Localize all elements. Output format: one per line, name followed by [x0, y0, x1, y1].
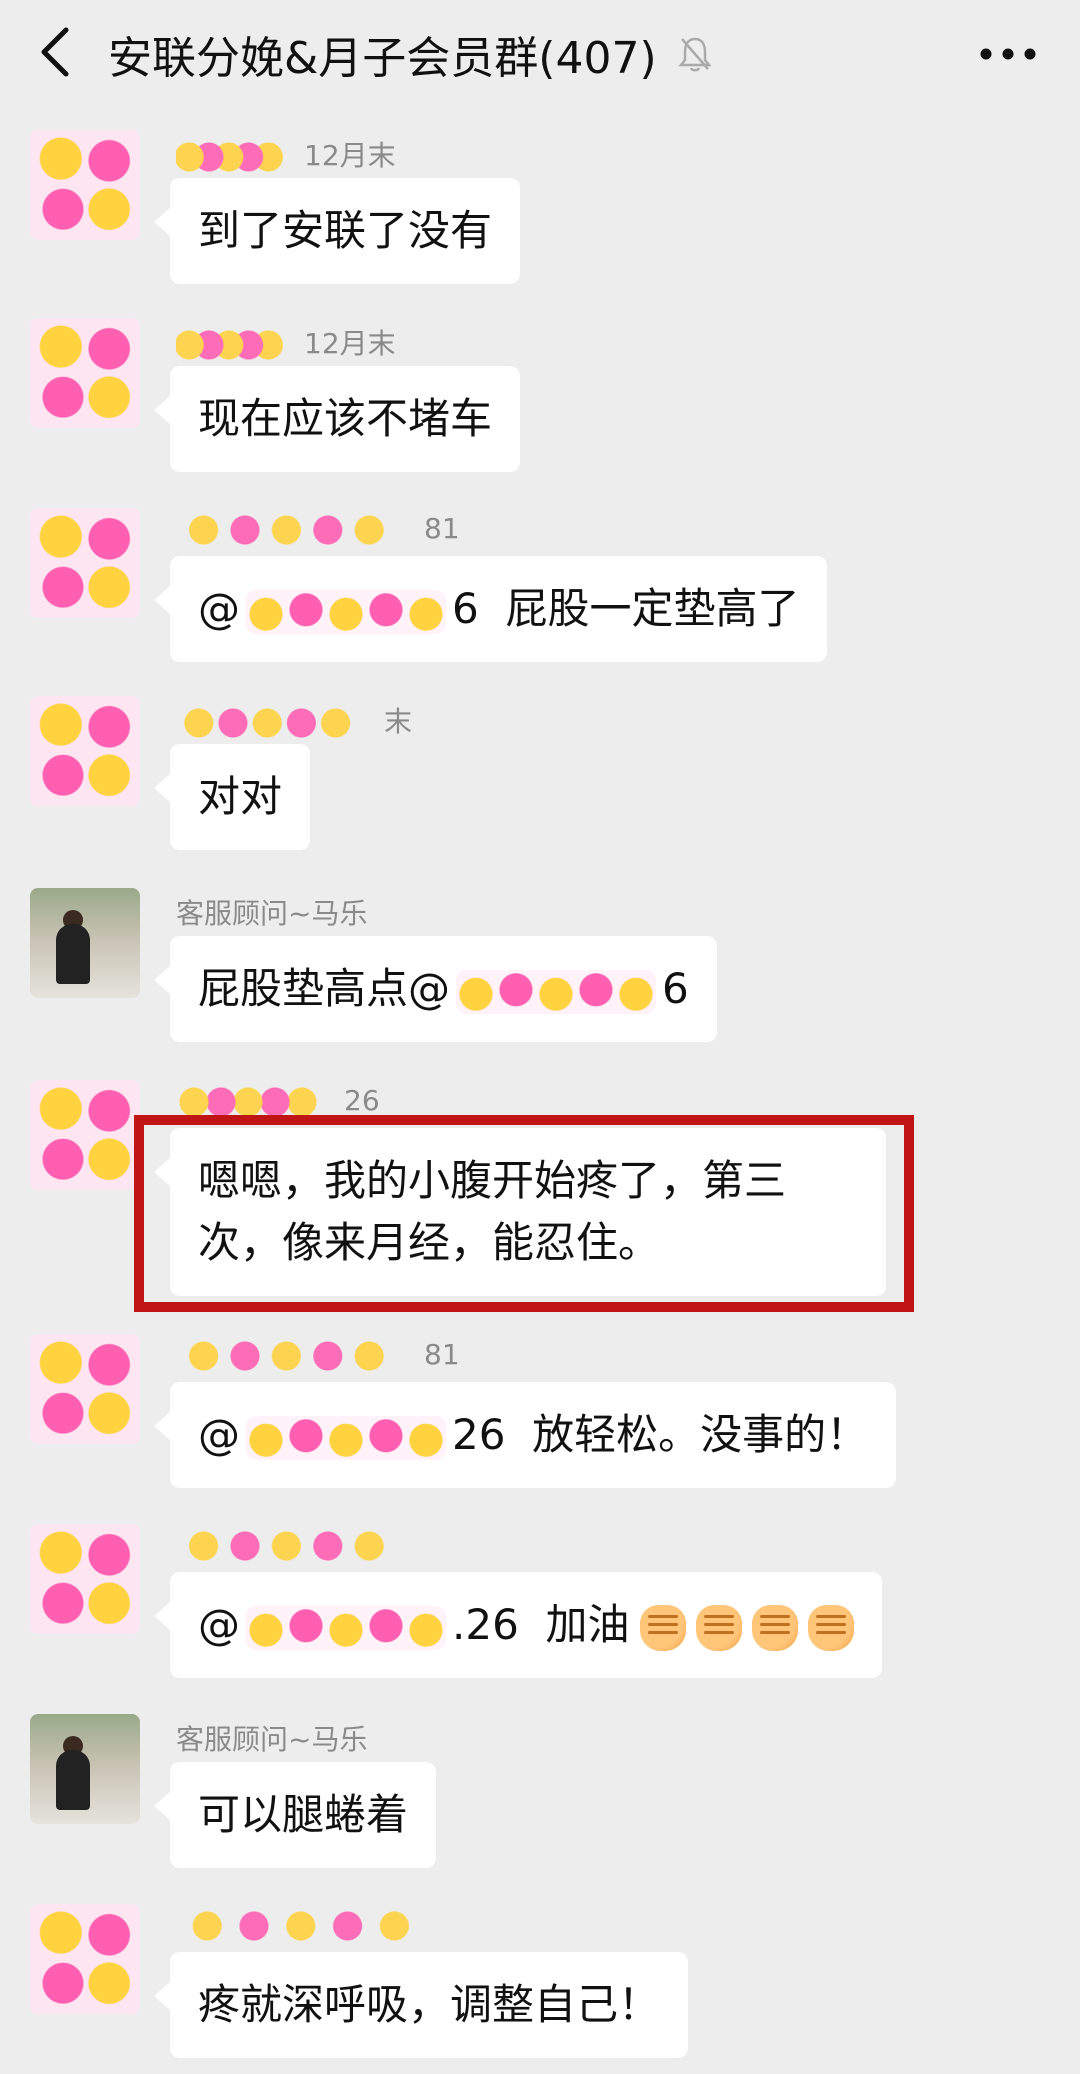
sender-mask-emoji	[176, 327, 286, 363]
sender-mask-emoji	[176, 705, 366, 741]
raised-fist-emoji	[751, 1604, 798, 1651]
sender-name: 末	[176, 700, 412, 741]
sender-mask-emoji	[176, 1908, 436, 1944]
sender-name	[176, 1908, 454, 1944]
avatar[interactable]	[30, 888, 140, 998]
avatar[interactable]	[30, 1714, 140, 1824]
message-bubble[interactable]: 现在应该不堵车	[153, 366, 521, 472]
avatar-person	[56, 924, 90, 984]
avatar-person	[56, 1750, 90, 1810]
avatar[interactable]	[30, 696, 140, 806]
mention-prefix: @	[198, 1410, 240, 1459]
mention-prefix: @	[198, 584, 240, 633]
avatar[interactable]	[30, 1524, 140, 1634]
sender-name: 客服顾问~马乐	[176, 1723, 368, 1756]
more-button[interactable]	[976, 30, 1040, 78]
more-dots-icon	[980, 48, 1036, 60]
message-bubble[interactable]: 对对	[153, 744, 311, 850]
avatar[interactable]	[30, 318, 140, 428]
mention-mask-emoji	[246, 589, 446, 634]
message-text: 加油	[545, 1600, 630, 1649]
avatar[interactable]	[30, 1080, 140, 1190]
sender-name	[176, 1528, 424, 1564]
mention-suffix: .26	[452, 1600, 519, 1649]
highlight-annotation	[134, 1115, 914, 1312]
mention-mask-emoji	[246, 1415, 446, 1460]
sender-name: 12月末	[176, 322, 396, 363]
mention-mask-emoji	[456, 969, 657, 1014]
sender-mask-emoji	[176, 512, 406, 548]
sender-name: 12月末	[176, 134, 396, 175]
message-bubble[interactable]: @26 放轻松。没事的！	[153, 1382, 897, 1488]
avatar[interactable]	[30, 1904, 140, 2014]
sender-name: 81	[176, 512, 460, 548]
title-area: 安联分娩&月子会员群(407)	[108, 18, 715, 90]
raised-fist-emoji	[807, 1604, 854, 1651]
sender-mask-emoji	[176, 1338, 406, 1374]
message-bubble[interactable]: @ .26 加油	[154, 1572, 882, 1678]
raised-fist-emoji	[639, 1604, 686, 1651]
message-bubble[interactable]: 到了安联了没有	[153, 178, 521, 284]
sender-name: 客服顾问~马乐	[176, 897, 368, 930]
chat-header: 安联分娩&月子会员群(407)	[0, 0, 1080, 108]
avatar[interactable]	[30, 508, 140, 618]
mention-mask-emoji	[246, 1605, 446, 1650]
message-text: 屁股垫高点@	[198, 964, 451, 1013]
mention-suffix: 26	[452, 1410, 506, 1459]
raised-fist-emoji	[695, 1604, 742, 1651]
avatar[interactable]	[30, 1334, 140, 1444]
chat-screen: 安联分娩&月子会员群(407) 12月末 到了安联了没有 12月末 现在应该不堵…	[0, 0, 1080, 2074]
message-text: 放轻松。没事的！	[532, 1410, 869, 1459]
sender-mask-emoji	[176, 139, 286, 175]
back-button[interactable]	[28, 22, 84, 82]
message-text: 屁股一定垫高了	[505, 584, 800, 633]
sender-mask-emoji	[176, 1528, 406, 1564]
mention-suffix: 6	[662, 964, 689, 1013]
message-bubble[interactable]: 疼就深呼吸，调整自己！	[153, 1952, 689, 2058]
message-bubble[interactable]: 屁股垫高点@ 6	[154, 936, 717, 1042]
chevron-left-icon	[41, 27, 69, 77]
mention-suffix: 6	[452, 584, 479, 633]
message-bubble[interactable]: 可以腿蜷着	[153, 1762, 437, 1868]
message-bubble[interactable]: @6 屁股一定垫高了	[153, 556, 828, 662]
chat-title: 安联分娩&月子会员群(407)	[108, 33, 657, 84]
avatar[interactable]	[30, 130, 140, 240]
bell-off-icon	[675, 34, 715, 74]
sender-name: 81	[176, 1338, 460, 1374]
mention-prefix: @	[198, 1600, 240, 1649]
